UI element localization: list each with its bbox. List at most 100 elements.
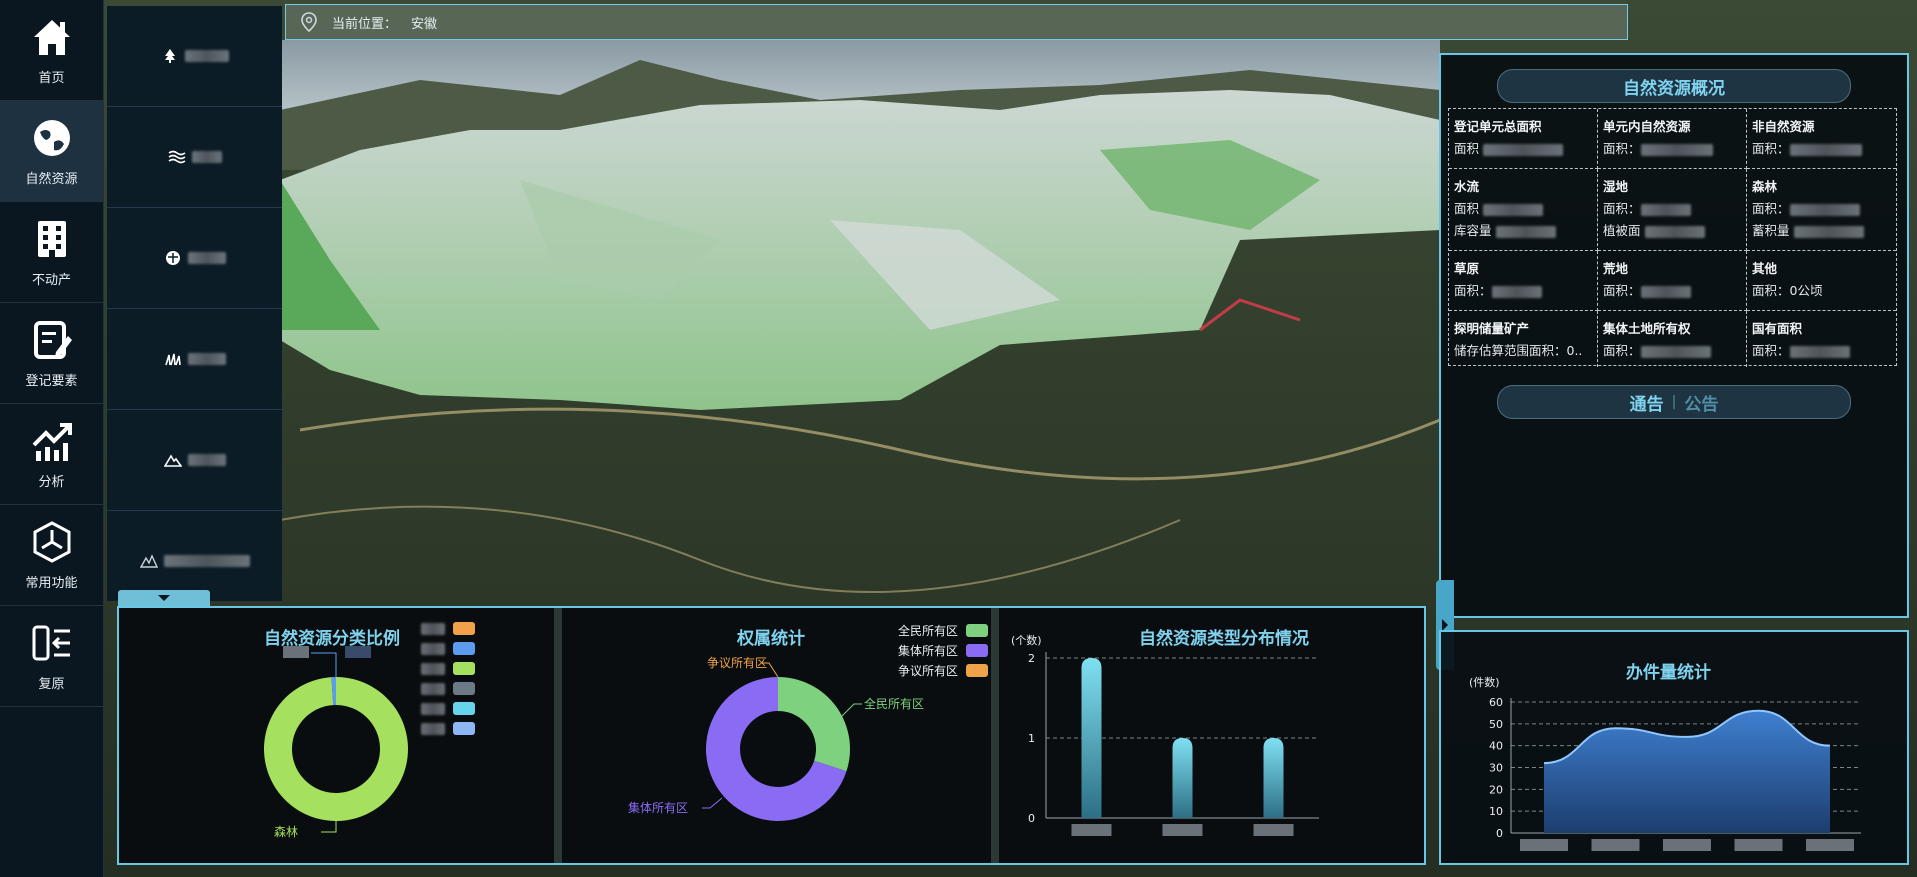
redacted-value xyxy=(1483,203,1543,216)
legend-item[interactable] xyxy=(421,642,475,655)
redacted-value xyxy=(1644,225,1705,238)
legend-item[interactable] xyxy=(421,702,475,715)
redacted-value xyxy=(1793,225,1864,238)
redacted-value xyxy=(1495,225,1556,238)
breadcrumb: 当前位置： 安徽 xyxy=(285,4,1628,40)
overview-cell: 探明储量矿产 储存估算范围面积：0.. xyxy=(1449,311,1598,367)
sub-item-wasteland[interactable] xyxy=(107,410,282,511)
legend-item[interactable] xyxy=(421,662,475,675)
subnav-collapse-button[interactable] xyxy=(118,590,210,606)
pie-slice xyxy=(778,677,850,772)
y-tick-label: 20 xyxy=(1489,783,1503,796)
redacted-value xyxy=(1640,285,1691,298)
y-axis-label: (个数) xyxy=(1011,634,1042,647)
slice-label: 争议所有区 xyxy=(707,656,767,670)
nav-item-home[interactable]: 首页 xyxy=(0,0,103,101)
water-icon xyxy=(168,148,186,166)
legend-item[interactable] xyxy=(421,622,475,635)
legend-swatch xyxy=(453,622,475,635)
nav-label-home: 首页 xyxy=(38,70,65,86)
nav-label-real-estate: 不动产 xyxy=(31,272,71,288)
redacted-label xyxy=(421,682,445,695)
nav-item-restore[interactable]: 复原 xyxy=(0,606,103,707)
overview-cell: 集体土地所有权 面积： xyxy=(1598,311,1747,367)
cell-row-label: 面积： xyxy=(1603,283,1641,298)
label-leader-line xyxy=(311,652,337,677)
redacted-x-tick xyxy=(1162,824,1203,836)
globe-small-icon xyxy=(164,249,182,267)
nav-item-analysis[interactable]: 分析 xyxy=(0,404,103,505)
sub-item-label-redacted xyxy=(187,353,226,365)
overview-cell: 荒地 面积： xyxy=(1598,251,1747,311)
nav-item-real-estate[interactable]: 不动产 xyxy=(0,202,103,303)
tab-announcement[interactable]: 公告 xyxy=(1684,390,1718,415)
redacted-value xyxy=(1789,345,1850,358)
legend-label: 集体所有区 xyxy=(898,644,959,658)
sub-item-label-redacted xyxy=(163,555,250,567)
cell-row: 面积： xyxy=(1454,280,1592,302)
tree-icon xyxy=(161,47,179,65)
legend-swatch xyxy=(453,642,475,655)
legend-item[interactable] xyxy=(421,682,475,695)
sub-item-label-redacted xyxy=(191,151,222,163)
breadcrumb-value[interactable]: 安徽 xyxy=(411,13,437,32)
cell-row: 面积： xyxy=(1752,198,1891,220)
sub-item-grassland[interactable] xyxy=(107,309,282,410)
overview-title: 自然资源概况 xyxy=(1497,69,1851,103)
redacted-x-tick xyxy=(1520,839,1568,851)
nav-item-common-functions[interactable]: 常用功能 xyxy=(0,505,103,606)
chart-classification: 自然资源分类比例 森林 xyxy=(119,608,554,863)
legend-item[interactable]: 争议所有区 xyxy=(898,662,989,679)
cell-row-label: 库容量 xyxy=(1454,223,1492,238)
bar xyxy=(1172,738,1193,818)
redacted-x-tick xyxy=(1663,839,1711,851)
redacted-label xyxy=(283,646,309,658)
cell-heading: 水流 xyxy=(1454,179,1480,194)
nav-item-natural-resources[interactable]: 自然资源 xyxy=(0,101,103,202)
overview-cell: 草原 面积： xyxy=(1449,251,1598,311)
redacted-value xyxy=(1789,203,1860,216)
mountain-icon xyxy=(163,451,182,469)
edit-doc-icon xyxy=(33,320,72,359)
sub-item-wetland[interactable] xyxy=(107,208,282,309)
legend-swatch xyxy=(966,664,989,677)
redacted-value xyxy=(1640,203,1691,216)
legend-label: 争议所有区 xyxy=(898,664,959,678)
grass-icon xyxy=(164,350,182,368)
cell-row: 蓄积量 xyxy=(1752,220,1891,242)
redacted-label xyxy=(421,642,445,655)
sub-item-water[interactable] xyxy=(107,107,282,208)
tab-separator: | xyxy=(1671,394,1677,410)
nav-label-common-functions: 常用功能 xyxy=(25,575,78,591)
cell-row-label: 面积： xyxy=(1752,343,1790,358)
legend-swatch xyxy=(453,682,475,695)
cell-heading: 湿地 xyxy=(1603,179,1629,194)
nav-label-restore: 复原 xyxy=(38,676,65,692)
area-fill xyxy=(1544,710,1830,833)
y-tick-label: 10 xyxy=(1489,805,1503,818)
redacted-x-tick xyxy=(1253,824,1294,836)
redacted-label xyxy=(345,646,371,658)
cell-heading: 荒地 xyxy=(1603,261,1629,276)
location-pin-icon xyxy=(301,12,317,32)
donut-chart: 森林 xyxy=(264,646,409,839)
legend-swatch xyxy=(453,702,475,715)
legend-item[interactable]: 集体所有区 xyxy=(898,642,989,659)
sub-item-forest[interactable] xyxy=(107,6,282,107)
cell-heading: 其他 xyxy=(1752,261,1778,276)
legend-label: 全民所有区 xyxy=(898,624,959,638)
slice-label: 全民所有区 xyxy=(864,696,924,711)
overview-cell: 森林 面积： 蓄积量 xyxy=(1747,169,1896,251)
legend-swatch xyxy=(966,624,989,637)
cell-row: 面积： xyxy=(1752,138,1891,160)
cell-row: 植被面 xyxy=(1603,220,1741,242)
tab-notice[interactable]: 通告 xyxy=(1630,390,1664,415)
redacted-label xyxy=(421,622,445,635)
mineral-icon xyxy=(139,552,158,570)
legend-item[interactable] xyxy=(421,722,475,735)
nav-item-registration[interactable]: 登记要素 xyxy=(0,303,103,404)
legend-item[interactable]: 全民所有区 xyxy=(898,622,989,639)
cell-row-label: 面积 xyxy=(1454,141,1480,156)
cell-row: 面积： xyxy=(1603,340,1741,362)
slice-label: 森林 xyxy=(274,824,298,839)
